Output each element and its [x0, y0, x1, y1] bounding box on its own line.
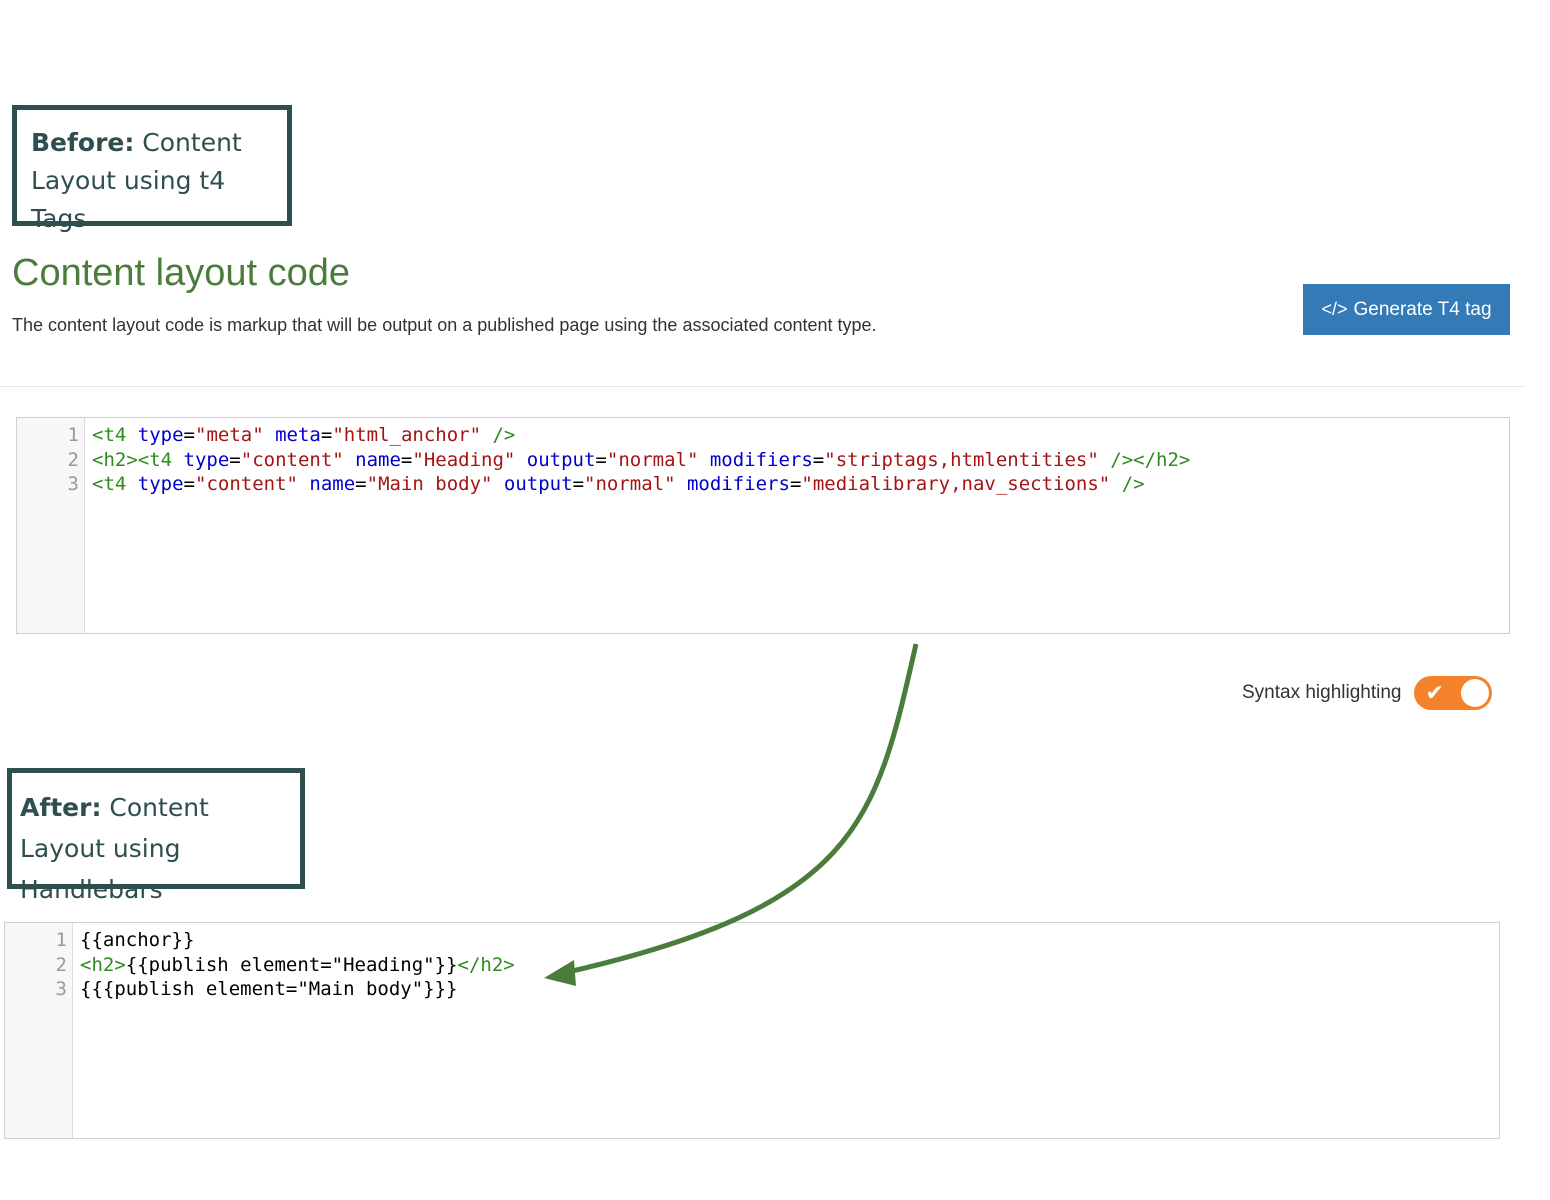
arrow-annotation [544, 643, 919, 986]
arrow-head [544, 960, 576, 986]
arrow-curve [567, 643, 919, 975]
